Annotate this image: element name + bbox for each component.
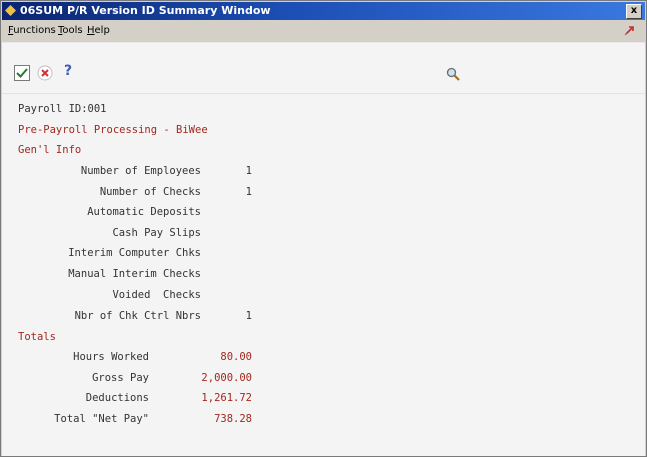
label-number-of-checks: Number of Checks <box>99 186 201 198</box>
summary-panel: Payroll ID:001 Pre-Payroll Processing - … <box>2 93 645 456</box>
cancel-icon[interactable] <box>37 65 53 81</box>
title-bar[interactable]: 06SUM P/R Version ID Summary Window x <box>2 2 645 20</box>
help-button[interactable]: ? <box>64 63 80 79</box>
close-button[interactable]: x <box>626 4 642 19</box>
process-title: Pre-Payroll Processing - BiWee <box>18 124 208 136</box>
menu-functions[interactable]: Functions <box>8 25 56 36</box>
menu-tools[interactable]: Tools <box>58 25 83 36</box>
label-manual-interim-checks: Manual Interim Checks <box>68 268 201 280</box>
label-gross-pay: Gross Pay <box>92 372 149 384</box>
label-total-net-pay: Total "Net Pay" <box>54 413 149 425</box>
section-general-info: Gen'l Info <box>18 144 82 156</box>
payroll-id: Payroll ID:001 <box>18 103 107 115</box>
value-number-of-employees: 1 <box>245 165 252 177</box>
label-nbr-of-chk-ctrl-nbrs: Nbr of Chk Ctrl Nbrs <box>74 310 201 322</box>
label-hours-worked: Hours Worked <box>73 351 149 363</box>
label-automatic-deposits: Automatic Deposits <box>87 206 201 218</box>
app-icon <box>5 5 16 16</box>
search-icon[interactable] <box>446 67 460 81</box>
value-hours-worked: 80.00 <box>220 351 252 363</box>
menu-help[interactable]: Help <box>87 25 110 36</box>
window-title: 06SUM P/R Version ID Summary Window <box>20 4 271 17</box>
check-icon[interactable] <box>14 65 30 81</box>
value-gross-pay: 2,000.00 <box>201 372 252 384</box>
label-deductions: Deductions <box>85 392 149 404</box>
section-totals: Totals <box>18 331 56 343</box>
summary-window: 06SUM P/R Version ID Summary Window x Fu… <box>0 0 647 457</box>
label-voided-checks: Voided Checks <box>112 289 201 301</box>
exit-arrow-icon[interactable] <box>623 23 637 37</box>
menu-bar: Functions Tools Help <box>2 21 645 41</box>
value-deductions: 1,261.72 <box>201 392 252 404</box>
label-interim-computer-checks: Interim Computer Chks <box>68 247 201 259</box>
value-nbr-of-chk-ctrl-nbrs: 1 <box>245 310 252 322</box>
toolbar: ? <box>2 42 645 93</box>
value-number-of-checks: 1 <box>245 186 252 198</box>
value-total-net-pay: 738.28 <box>214 413 252 425</box>
label-number-of-employees: Number of Employees <box>80 165 201 177</box>
label-cash-pay-slips: Cash Pay Slips <box>112 227 201 239</box>
